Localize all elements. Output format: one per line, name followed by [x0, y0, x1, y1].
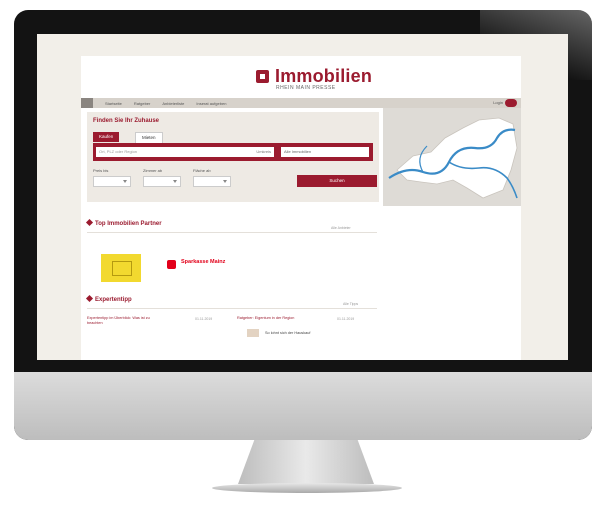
search-bar: Ort, PLZ oder Region Umkreis Alle Immobi…	[93, 143, 373, 161]
nav-item[interactable]: Ratgeber	[134, 101, 150, 106]
tip-date: 01.11.2019	[195, 317, 213, 321]
region-shape	[396, 117, 518, 199]
tab-kaufen[interactable]: Kaufen	[93, 132, 120, 142]
map-svg	[388, 117, 518, 199]
nav-item[interactable]: Anbieterliste	[162, 101, 184, 106]
tip-text: So lohnt sich der Hauskauf	[265, 331, 311, 335]
tips-more-link[interactable]: Alle Tipps	[343, 302, 358, 306]
divider	[87, 308, 377, 309]
partner-logo-yellow[interactable]	[101, 254, 141, 282]
filter-label: Fläche ab	[193, 168, 211, 173]
tip-title[interactable]: Ratgeber: Eigentum in der Region	[237, 316, 311, 321]
region-map[interactable]	[383, 108, 521, 206]
area-select[interactable]	[193, 176, 231, 187]
rooms-select[interactable]	[143, 176, 181, 187]
house-logo-icon	[256, 70, 269, 83]
location-placeholder: Ort, PLZ oder Region	[99, 149, 138, 154]
site-logo[interactable]: Immobilien	[256, 66, 372, 87]
nav-item[interactable]: Inserat aufgeben	[196, 101, 226, 106]
filter-label: Zimmer ab	[143, 168, 163, 173]
monitor-chin	[14, 372, 592, 440]
tips-title: Expertentipp	[95, 297, 132, 303]
partners-heading: Top Immobilien Partner	[85, 218, 162, 227]
login-link[interactable]: Login	[493, 100, 503, 105]
property-type-select[interactable]: Alle Immobilien	[281, 147, 369, 157]
diamond-icon	[85, 294, 94, 303]
user-badge-icon[interactable]	[505, 99, 517, 107]
tips-heading: Expertentipp	[85, 294, 132, 303]
screen: Immobilien RHEIN MAIN PRESSE Startseite …	[37, 34, 568, 360]
search-panel: Finden Sie Ihr Zuhause Kaufen Mieten Ort…	[87, 112, 379, 202]
main-nav: Startseite Ratgeber Anbieterliste Insera…	[81, 98, 521, 108]
partners-title: Top Immobilien Partner	[95, 221, 162, 227]
logo-tagline: RHEIN MAIN PRESSE	[276, 85, 336, 91]
search-button[interactable]: Suchen	[297, 175, 377, 187]
filter-label: Preis bis	[93, 168, 109, 173]
tip-title[interactable]: Expertentipp im Überblick: Was ist zu be…	[87, 316, 161, 326]
radius-select[interactable]: Umkreis	[256, 147, 271, 157]
home-icon[interactable]	[81, 98, 93, 108]
location-input[interactable]: Ort, PLZ oder Region Umkreis	[96, 147, 274, 157]
diamond-icon	[85, 218, 94, 227]
logo-title: Immobilien	[275, 66, 373, 86]
monitor-base	[212, 483, 402, 493]
sparkasse-logo-icon[interactable]	[167, 260, 176, 269]
divider	[87, 232, 377, 233]
web-page: Immobilien RHEIN MAIN PRESSE Startseite …	[81, 56, 521, 360]
tip-thumbnail[interactable]	[247, 329, 259, 337]
price-select[interactable]	[93, 176, 131, 187]
nav-item[interactable]: Startseite	[105, 101, 122, 106]
tip-date: 01.11.2019	[337, 317, 355, 321]
partners-more-link[interactable]: Alle Anbieter	[331, 226, 351, 230]
monitor-stand	[238, 440, 374, 484]
partner-name[interactable]: Sparkasse Mainz	[181, 259, 241, 266]
search-title: Finden Sie Ihr Zuhause	[93, 118, 160, 124]
